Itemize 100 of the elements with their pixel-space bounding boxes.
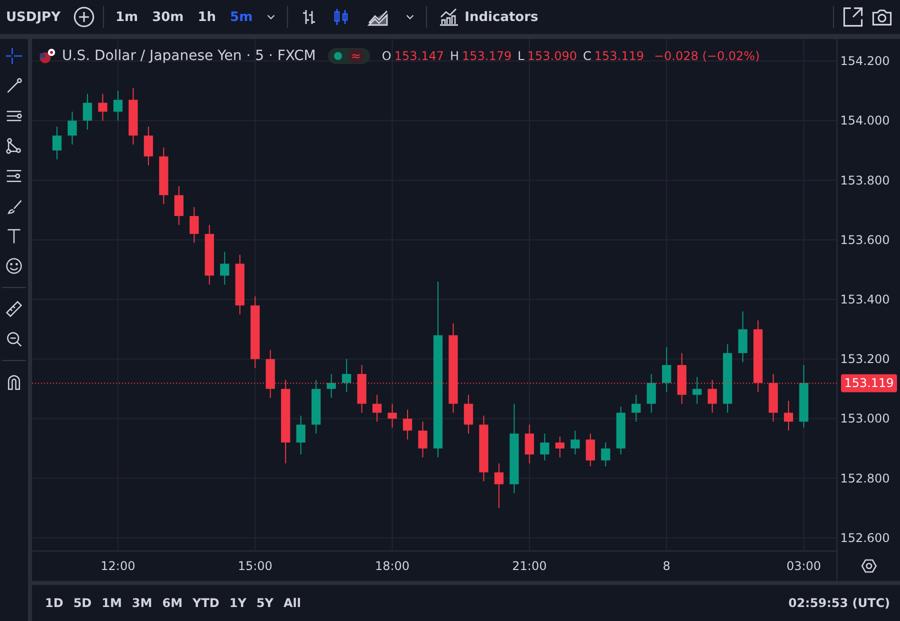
time-axis-label: 21:00 (512, 559, 547, 573)
text-icon[interactable] (5, 227, 23, 245)
candlestick (159, 146, 168, 205)
candlestick (418, 421, 428, 458)
time-axis-label: 12:00 (100, 559, 136, 573)
candlestick (68, 111, 77, 145)
clock-label: 02:59:53 (UTC) (788, 596, 890, 610)
flag-icon[interactable] (38, 47, 56, 65)
time-axis-label: 15:00 (238, 559, 272, 573)
indicators-button[interactable]: Indicators (434, 3, 542, 31)
candlestick (616, 406, 626, 455)
candlestick (82, 93, 92, 130)
candlestick (677, 352, 686, 404)
price-axis-label: 154.000 (840, 114, 890, 128)
range-button[interactable]: 1M (98, 593, 125, 613)
candlestick (342, 358, 352, 392)
candlestick (479, 415, 488, 482)
price-axis-label: 152.800 (840, 471, 890, 486)
range-button[interactable]: All (280, 593, 304, 613)
candlestick (402, 409, 412, 440)
interval-button[interactable]: 30m (148, 6, 188, 28)
price-change: −0.028 (−0.02%) (654, 49, 760, 63)
ohlc-value: C 153.119 (582, 49, 644, 63)
time-axis-label: 03:00 (786, 559, 822, 573)
candlestick (768, 373, 778, 422)
range-button[interactable]: 5Y (253, 593, 276, 613)
ruler-icon[interactable] (5, 300, 23, 318)
candlestick (235, 254, 244, 315)
candlestick (220, 251, 230, 286)
plus-circle-icon[interactable] (72, 6, 94, 28)
ohlc-value: H 153.179 (450, 49, 512, 63)
time-axis-label: 18:00 (374, 559, 410, 573)
candlestick (144, 126, 153, 166)
interval-button[interactable]: 1m (112, 6, 142, 28)
trend-line-icon[interactable] (5, 77, 23, 95)
price-axis-label: 153.200 (840, 352, 890, 366)
candlestick (692, 376, 702, 404)
brush-icon[interactable] (5, 197, 23, 215)
candlestick (128, 87, 138, 145)
candlestick (372, 394, 382, 422)
last-price-badge: 153.119 (841, 374, 897, 392)
ohlc-value: L 153.090 (518, 49, 577, 63)
candlestick (174, 186, 184, 226)
price-axis-label: 153.800 (840, 173, 890, 188)
fullscreen-icon[interactable] (842, 6, 864, 28)
price-axis-label: 153.600 (840, 232, 890, 247)
candlestick (204, 224, 214, 286)
candlestick (540, 433, 550, 461)
candlestick (555, 436, 564, 458)
range-button[interactable]: 3M (128, 593, 156, 613)
range-button[interactable]: 6M (159, 593, 186, 613)
candlestick (266, 350, 275, 398)
candlestick (326, 373, 336, 398)
ref-line-label: 153.119 (844, 376, 894, 390)
candlestick (52, 126, 62, 160)
candlestick (632, 394, 641, 422)
status-glyph: ≈ (348, 49, 364, 63)
ohlc-value: O 153.147 (382, 49, 444, 63)
candlestick (601, 442, 610, 467)
candlestick (113, 90, 123, 122)
candlestick (98, 93, 108, 122)
candlestick (296, 415, 306, 455)
range-button[interactable]: 1Y (226, 593, 250, 613)
candlestick (784, 400, 794, 432)
indicators-icon[interactable] (438, 7, 459, 27)
emoji-icon[interactable] (5, 257, 23, 275)
price-axis-label: 153.400 (840, 292, 890, 306)
candlestick (312, 379, 321, 434)
interval-button[interactable]: 5m (226, 6, 257, 28)
candlestick (464, 394, 474, 434)
candlestick (190, 206, 199, 244)
symbol-label[interactable]: USDJPY (6, 10, 66, 24)
candlestick (708, 379, 717, 414)
candlestick (662, 346, 672, 392)
range-button[interactable]: YTD (190, 593, 222, 613)
magnet-icon[interactable] (5, 373, 23, 391)
price-axis-label: 154.200 (840, 54, 890, 68)
settings-icon[interactable] (861, 559, 877, 573)
crosshair-icon[interactable] (5, 47, 23, 65)
candlestick (357, 364, 366, 414)
range-button[interactable]: 5D (70, 593, 95, 613)
candlestick (570, 430, 580, 455)
range-button[interactable]: 1D (42, 593, 66, 613)
symbol-title: U.S. Dollar / Japanese Yen · 5 · FXCM (62, 48, 316, 64)
interval-button[interactable]: 1h (194, 6, 220, 28)
candlestick (586, 433, 595, 467)
pattern-icon[interactable] (5, 137, 23, 155)
price-axis-label: 153.000 (840, 412, 890, 426)
time-axis-label: 8 (662, 559, 670, 573)
candlestick (388, 403, 397, 428)
candlestick (738, 310, 748, 363)
status-dot-icon (334, 52, 342, 60)
sliders-icon[interactable] (5, 167, 23, 185)
price-axis-label: 152.600 (840, 530, 890, 545)
candlestick (494, 462, 504, 509)
candlestick (524, 424, 534, 464)
candlestick (723, 344, 732, 414)
candlestick (646, 373, 656, 414)
candlestick (799, 364, 808, 428)
zoom-icon[interactable] (5, 330, 23, 348)
